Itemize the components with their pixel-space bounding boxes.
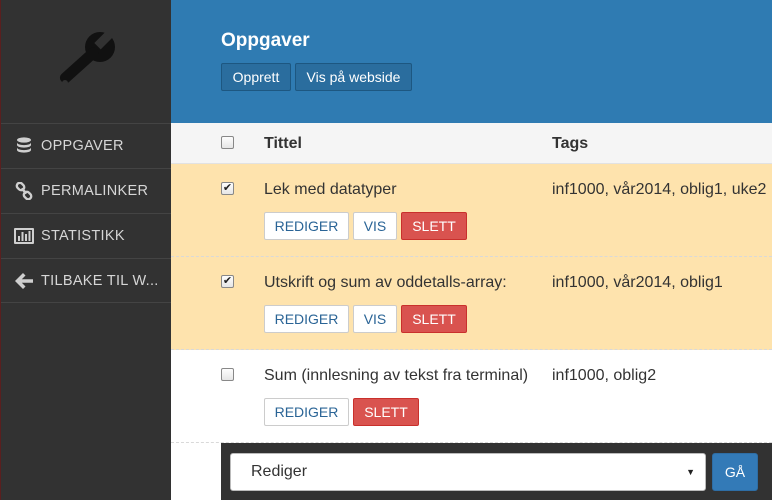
sidebar-item-label: TILBAKE TIL W... — [41, 272, 159, 289]
edit-button[interactable]: REDIGER — [264, 305, 349, 333]
go-button[interactable]: GÅ — [712, 453, 758, 491]
arrow-left-icon — [13, 271, 35, 291]
sidebar-item-tilbake[interactable]: TILBAKE TIL W... — [1, 258, 172, 303]
bulk-action-select[interactable]: Rediger ▼ — [230, 453, 706, 491]
row-title: Utskrift og sum av oddetalls-array: — [264, 274, 507, 291]
row-title: Sum (innlesning av tekst fra terminal) — [264, 367, 529, 384]
table-header: Tittel Tags — [171, 123, 772, 164]
bar-chart-icon — [13, 226, 35, 246]
row-checkbox[interactable]: ✔ — [221, 275, 234, 288]
sidebar-item-permalinker[interactable]: PERMALINKER — [1, 168, 172, 213]
page-title: Oppgaver — [221, 30, 310, 51]
delete-button[interactable]: SLETT — [401, 305, 467, 333]
table-row: ✔ Utskrift og sum av oddetalls-array: in… — [171, 257, 772, 350]
wrench-icon — [59, 29, 115, 86]
create-button[interactable]: Opprett — [221, 63, 291, 91]
edit-button[interactable]: REDIGER — [264, 398, 349, 426]
select-all-checkbox[interactable] — [221, 136, 234, 149]
column-header-tags: Tags — [552, 135, 589, 152]
table-row: Sum (innlesning av tekst fra terminal) i… — [171, 350, 772, 443]
caret-down-icon: ▼ — [686, 467, 695, 477]
row-tags: inf1000, oblig2 — [552, 367, 657, 384]
view-button[interactable]: VIS — [353, 212, 397, 240]
link-icon — [13, 181, 35, 201]
row-title: Lek med datatyper — [264, 181, 397, 198]
delete-button[interactable]: SLETT — [353, 398, 419, 426]
table-row: ✔ Lek med datatyper inf1000, vår2014, ob… — [171, 164, 772, 257]
sidebar-nav: OPPGAVER PERMALINKER STATISTIKK TILBAKE … — [1, 123, 172, 303]
view-button[interactable]: VIS — [353, 305, 397, 333]
row-checkbox[interactable] — [221, 368, 234, 381]
row-checkbox[interactable]: ✔ — [221, 182, 234, 195]
sidebar-item-label: OPPGAVER — [41, 138, 124, 154]
column-header-title: Tittel — [264, 135, 302, 152]
sidebar-item-statistikk[interactable]: STATISTIKK — [1, 213, 172, 258]
page-header: Oppgaver Opprett Vis på webside — [171, 0, 772, 123]
sidebar-item-label: PERMALINKER — [41, 183, 149, 199]
sidebar: OPPGAVER PERMALINKER STATISTIKK TILBAKE … — [0, 0, 172, 500]
view-website-button[interactable]: Vis på webside — [295, 63, 412, 91]
bulk-action-selected: Rediger — [251, 463, 308, 480]
delete-button[interactable]: SLETT — [401, 212, 467, 240]
sidebar-item-label: STATISTIKK — [41, 228, 125, 244]
bulk-action-bar: Rediger ▼ GÅ — [221, 443, 772, 500]
row-tags: inf1000, vår2014, oblig1, uke2 — [552, 181, 767, 198]
edit-button[interactable]: REDIGER — [264, 212, 349, 240]
row-tags: inf1000, vår2014, oblig1 — [552, 274, 723, 291]
sidebar-item-oppgaver[interactable]: OPPGAVER — [1, 123, 172, 168]
database-icon — [13, 136, 35, 156]
logo — [1, 0, 172, 123]
